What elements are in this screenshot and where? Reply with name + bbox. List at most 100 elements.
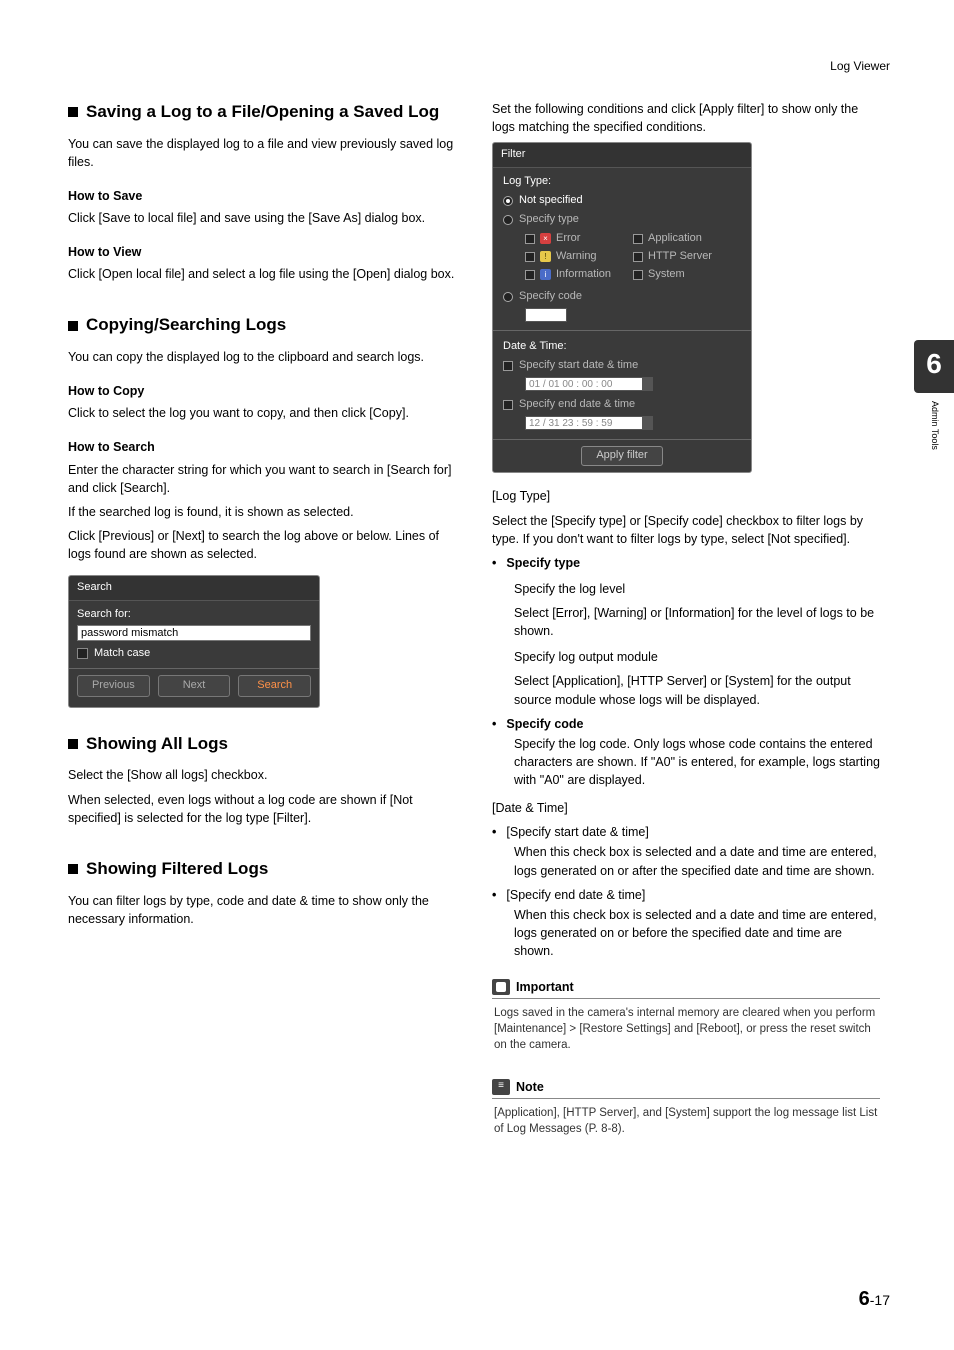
info-icon: i bbox=[540, 269, 551, 280]
chk-http[interactable] bbox=[633, 252, 643, 262]
heading-text: Copying/Searching Logs bbox=[86, 313, 286, 338]
body-text: Select the [Specify type] or [Specify co… bbox=[492, 512, 880, 548]
square-bullet-icon bbox=[68, 321, 78, 331]
spinner-icon[interactable] bbox=[643, 377, 653, 391]
body-text: Select [Application], [HTTP Server] or [… bbox=[514, 672, 880, 708]
bullet-icon: • bbox=[492, 715, 496, 733]
bullet-icon: • bbox=[492, 886, 496, 904]
chk-start-date[interactable] bbox=[503, 361, 513, 371]
lvl-label: Error bbox=[556, 231, 580, 247]
datetime-label: Date & Time: bbox=[503, 339, 741, 355]
end-date-input[interactable]: 12 / 31 23 : 59 : 59 bbox=[525, 416, 643, 430]
side-tab: 6 Admin Tools bbox=[914, 340, 954, 449]
note-icon: ≡ bbox=[492, 1079, 510, 1095]
body-text: If the searched log is found, it is show… bbox=[68, 503, 456, 521]
subhead-how-to-search: How to Search bbox=[68, 438, 456, 456]
bullet-start-date: [Specify start date & time] bbox=[506, 823, 648, 841]
radio-specify-code[interactable] bbox=[503, 292, 513, 302]
filter-panel: Filter Log Type: Not specified Specify t… bbox=[492, 142, 752, 473]
body-text: Set the following conditions and click [… bbox=[492, 100, 880, 136]
search-button[interactable]: Search bbox=[238, 675, 311, 697]
spinner-icon[interactable] bbox=[643, 416, 653, 430]
page-footer: 6-17 bbox=[859, 1285, 890, 1314]
radio-specify-type[interactable] bbox=[503, 215, 513, 225]
chapter-label: Admin Tools bbox=[928, 401, 941, 450]
note-box: ≡ Note [Application], [HTTP Server], and… bbox=[492, 1076, 880, 1137]
square-bullet-icon bbox=[68, 864, 78, 874]
chapter-number: 6 bbox=[914, 340, 954, 393]
important-icon bbox=[492, 979, 510, 995]
heading-text: Saving a Log to a File/Opening a Saved L… bbox=[86, 100, 439, 125]
note-heading: Note bbox=[516, 1078, 544, 1096]
subhead-date-time: [Date & Time] bbox=[492, 799, 880, 817]
heading-saving-log: Saving a Log to a File/Opening a Saved L… bbox=[68, 100, 456, 125]
panel-title: Filter bbox=[493, 143, 751, 168]
right-column: Set the following conditions and click [… bbox=[492, 100, 880, 1137]
chk-label: Specify start date & time bbox=[519, 358, 638, 374]
match-case-checkbox[interactable] bbox=[77, 648, 88, 659]
breadcrumb: Log Viewer bbox=[830, 58, 890, 75]
search-panel: Search Search for: Match case Previous N… bbox=[68, 575, 320, 708]
apply-filter-button[interactable]: Apply filter bbox=[581, 446, 662, 466]
heading-text: Showing Filtered Logs bbox=[86, 857, 268, 882]
match-case-label: Match case bbox=[94, 646, 150, 662]
lvl-label: HTTP Server bbox=[648, 249, 712, 265]
body-text: Specify log output module bbox=[514, 648, 880, 666]
subhead-how-to-save: How to Save bbox=[68, 187, 456, 205]
body-text: Click [Save to local file] and save usin… bbox=[68, 209, 456, 227]
code-input[interactable] bbox=[525, 308, 567, 322]
important-body: Logs saved in the camera's internal memo… bbox=[492, 999, 880, 1053]
important-box: Important Logs saved in the camera's int… bbox=[492, 976, 880, 1053]
chk-application[interactable] bbox=[633, 234, 643, 244]
lvl-label: Warning bbox=[556, 249, 597, 265]
body-text: When this check box is selected and a da… bbox=[514, 843, 880, 879]
body-text: Select [Error], [Warning] or [Informatio… bbox=[514, 604, 880, 640]
heading-showing-all: Showing All Logs bbox=[68, 732, 456, 757]
bullet-icon: • bbox=[492, 823, 496, 841]
footer-chapter: 6 bbox=[859, 1288, 870, 1310]
footer-page: 17 bbox=[874, 1292, 890, 1308]
important-heading: Important bbox=[516, 978, 574, 996]
bullet-specify-type: Specify type bbox=[506, 554, 580, 572]
next-button[interactable]: Next bbox=[158, 675, 231, 697]
body-text: You can copy the displayed log to the cl… bbox=[68, 348, 456, 366]
chk-error[interactable] bbox=[525, 234, 535, 244]
body-text: Click [Open local file] and select a log… bbox=[68, 265, 456, 283]
subhead-log-type: [Log Type] bbox=[492, 487, 880, 505]
bullet-icon: • bbox=[492, 554, 496, 572]
lvl-label: Application bbox=[648, 231, 702, 247]
lvl-label: Information bbox=[556, 267, 611, 283]
warning-icon: ! bbox=[540, 251, 551, 262]
chk-warning[interactable] bbox=[525, 252, 535, 262]
body-text: Enter the character string for which you… bbox=[68, 461, 456, 497]
chk-label: Specify end date & time bbox=[519, 397, 635, 413]
subhead-how-to-copy: How to Copy bbox=[68, 382, 456, 400]
left-column: Saving a Log to a File/Opening a Saved L… bbox=[68, 100, 456, 1137]
chk-system[interactable] bbox=[633, 270, 643, 280]
subhead-how-to-view: How to View bbox=[68, 243, 456, 261]
body-text: Click [Previous] or [Next] to search the… bbox=[68, 527, 456, 563]
radio-label: Not specified bbox=[519, 193, 583, 209]
heading-text: Showing All Logs bbox=[86, 732, 228, 757]
body-text: When selected, even logs without a log c… bbox=[68, 791, 456, 827]
start-date-input[interactable]: 01 / 01 00 : 00 : 00 bbox=[525, 377, 643, 391]
note-body: [Application], [HTTP Server], and [Syste… bbox=[492, 1099, 880, 1137]
square-bullet-icon bbox=[68, 107, 78, 117]
body-text: You can save the displayed log to a file… bbox=[68, 135, 456, 171]
search-for-label: Search for: bbox=[77, 607, 311, 623]
chk-end-date[interactable] bbox=[503, 400, 513, 410]
body-text: Select the [Show all logs] checkbox. bbox=[68, 766, 456, 784]
square-bullet-icon bbox=[68, 739, 78, 749]
body-text: Specify the log level bbox=[514, 580, 880, 598]
body-text: Click to select the log you want to copy… bbox=[68, 404, 456, 422]
bullet-end-date: [Specify end date & time] bbox=[506, 886, 645, 904]
panel-title: Search bbox=[69, 576, 319, 601]
body-text: Specify the log code. Only logs whose co… bbox=[514, 735, 880, 789]
previous-button[interactable]: Previous bbox=[77, 675, 150, 697]
chk-information[interactable] bbox=[525, 270, 535, 280]
radio-not-specified[interactable] bbox=[503, 196, 513, 206]
lvl-label: System bbox=[648, 267, 685, 283]
heading-copy-search: Copying/Searching Logs bbox=[68, 313, 456, 338]
search-input[interactable] bbox=[77, 625, 311, 641]
body-text: When this check box is selected and a da… bbox=[514, 906, 880, 960]
